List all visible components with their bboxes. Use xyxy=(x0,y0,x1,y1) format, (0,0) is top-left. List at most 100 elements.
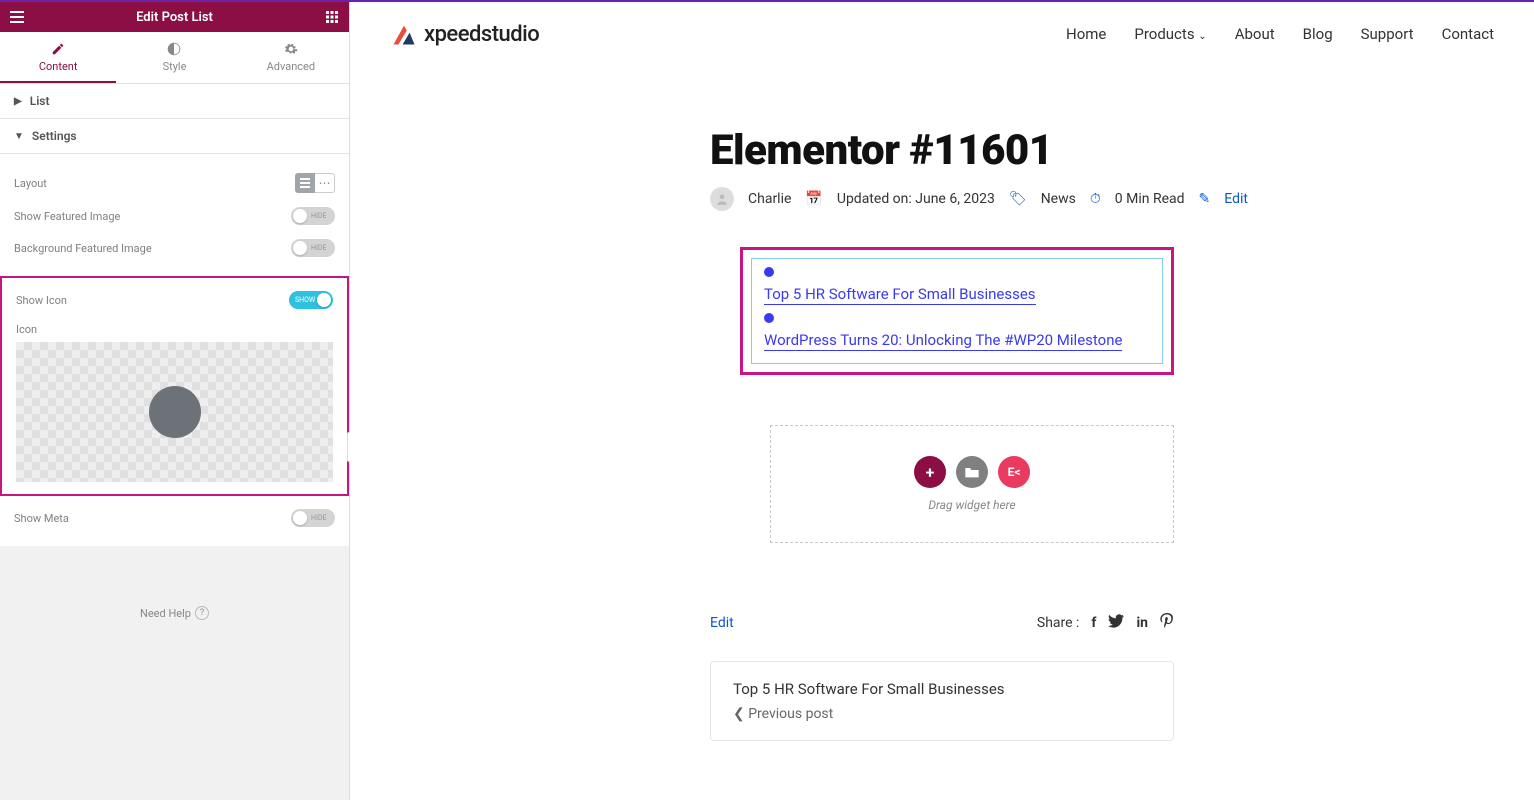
preview-area: xpeedstudio Home Products ⌄ About Blog S… xyxy=(350,2,1534,800)
contrast-icon xyxy=(167,42,181,56)
bullet-icon xyxy=(764,267,774,277)
field-label: Show Meta xyxy=(14,512,69,525)
panel-tabs: Content Style Advanced xyxy=(0,32,349,84)
circle-icon xyxy=(149,386,201,438)
edit-link[interactable]: Edit xyxy=(1224,191,1248,207)
toggle-show-meta[interactable]: HIDE xyxy=(291,509,335,527)
prev-post-link[interactable]: ❮ Previous post xyxy=(733,706,1151,722)
field-label: Show Featured Image xyxy=(14,210,120,223)
section-label: Settings xyxy=(32,129,77,143)
pencil-icon xyxy=(51,42,65,56)
tab-style[interactable]: Style xyxy=(116,32,232,83)
apps-icon[interactable] xyxy=(323,8,341,26)
toggle-show-featured[interactable]: HIDE xyxy=(291,207,335,225)
panel-title: Edit Post List xyxy=(136,10,213,25)
toggle-show-icon[interactable]: SHOW xyxy=(289,291,333,309)
nav-item[interactable]: Contact xyxy=(1442,25,1494,43)
list-item: Top 5 HR Software For Small Businesses xyxy=(764,267,1150,305)
help-link[interactable]: Need Help ? xyxy=(0,546,349,680)
bullet-icon xyxy=(764,313,774,323)
nav-item[interactable]: About xyxy=(1235,25,1275,43)
layout-list-button[interactable] xyxy=(295,173,315,193)
avatar-icon xyxy=(710,187,734,211)
page-title: Elementor #11601 xyxy=(710,126,1534,175)
folder-button[interactable] xyxy=(956,456,988,488)
field-label: Background Featured Image xyxy=(14,242,152,255)
post-list-highlight: Top 5 HR Software For Small Businesses W… xyxy=(740,247,1174,375)
icon-upload-placeholder[interactable] xyxy=(16,342,333,482)
editor-panel: Edit Post List Content Style Advanced ▶ … xyxy=(0,2,350,800)
pencil-icon: ✎ xyxy=(1199,191,1211,207)
tab-label: Advanced xyxy=(267,60,315,73)
nav-item[interactable]: Home xyxy=(1066,25,1106,43)
field-show-meta: Show Meta HIDE xyxy=(14,502,335,534)
prev-post-card: Top 5 HR Software For Small Businesses ❮… xyxy=(710,661,1174,741)
nav-item[interactable]: Blog xyxy=(1303,25,1333,43)
tab-label: Style xyxy=(163,60,187,73)
widget-drop-zone[interactable]: + E< Drag widget here xyxy=(770,425,1174,543)
tab-advanced[interactable]: Advanced xyxy=(233,32,349,83)
help-icon: ? xyxy=(195,606,209,620)
section-list[interactable]: ▶ List xyxy=(0,84,349,119)
logo-text: xpeedstudio xyxy=(424,22,539,47)
tab-label: Content xyxy=(39,60,78,73)
tab-content[interactable]: Content xyxy=(0,32,116,83)
linkedin-icon[interactable]: in xyxy=(1136,615,1148,631)
nav-links: Home Products ⌄ About Blog Support Conta… xyxy=(1066,25,1494,43)
layout-more-button[interactable]: ⋯ xyxy=(315,173,335,193)
chevron-left-icon: ❮ xyxy=(733,706,745,722)
field-bg-featured: Background Featured Image HIDE xyxy=(14,232,335,264)
list-icon xyxy=(300,178,310,188)
author[interactable]: Charlie xyxy=(748,191,791,207)
facebook-icon[interactable]: f xyxy=(1091,615,1096,631)
logo-icon xyxy=(390,20,418,48)
post-list-widget[interactable]: Top 5 HR Software For Small Businesses W… xyxy=(751,258,1163,364)
list-item: WordPress Turns 20: Unlocking The #WP20 … xyxy=(764,313,1150,351)
add-widget-button[interactable]: + xyxy=(914,456,946,488)
prev-post-title: Top 5 HR Software For Small Businesses xyxy=(733,680,1151,698)
post-link[interactable]: WordPress Turns 20: Unlocking The #WP20 … xyxy=(764,331,1122,351)
post-link[interactable]: Top 5 HR Software For Small Businesses xyxy=(764,285,1036,305)
share-label: Share : xyxy=(1037,615,1080,631)
gear-icon xyxy=(284,42,298,56)
updated: Updated on: June 6, 2023 xyxy=(837,191,995,207)
field-label: Icon xyxy=(16,323,37,336)
pinterest-icon[interactable] xyxy=(1160,613,1174,633)
tag-icon: 🏷 xyxy=(1009,191,1027,207)
field-layout: Layout ⋯ xyxy=(14,166,335,200)
drop-label: Drag widget here xyxy=(928,498,1015,512)
field-show-icon: Show Icon SHOW xyxy=(16,284,333,316)
folder-icon xyxy=(964,465,980,479)
nav-item[interactable]: Support xyxy=(1361,25,1414,43)
layout-toggle: ⋯ xyxy=(295,173,335,193)
field-show-featured: Show Featured Image HIDE xyxy=(14,200,335,232)
settings-body-2: Show Meta HIDE xyxy=(0,496,349,546)
menu-icon[interactable] xyxy=(8,8,26,26)
chevron-down-icon: ⌄ xyxy=(1198,31,1206,42)
field-icon: Icon xyxy=(16,316,333,336)
category[interactable]: News xyxy=(1041,191,1076,207)
panel-header: Edit Post List xyxy=(0,2,349,32)
caret-right-icon: ▶ xyxy=(14,96,22,107)
share-row: Edit Share : f in xyxy=(710,613,1174,633)
section-label: List xyxy=(30,94,50,108)
site-nav: xpeedstudio Home Products ⌄ About Blog S… xyxy=(350,2,1534,66)
post-meta: Charlie 📅 Updated on: June 6, 2023 🏷 New… xyxy=(710,187,1534,211)
clock-icon: ⏱ xyxy=(1090,191,1101,207)
nav-item[interactable]: Products ⌄ xyxy=(1134,25,1206,43)
twitter-icon[interactable] xyxy=(1108,614,1124,632)
elementskit-button[interactable]: E< xyxy=(998,456,1030,488)
section-settings[interactable]: ▼ Settings xyxy=(0,119,349,154)
field-label: Show Icon xyxy=(16,294,67,307)
settings-body: Layout ⋯ Show Featured Image HIDE Backgr… xyxy=(0,154,349,276)
icon-settings-highlight: Show Icon SHOW Icon xyxy=(0,276,349,496)
share-group: Share : f in xyxy=(1037,613,1174,633)
caret-down-icon: ▼ xyxy=(14,131,24,142)
calendar-icon: 📅 xyxy=(805,191,822,207)
edit-link[interactable]: Edit xyxy=(710,615,734,631)
drop-buttons: + E< xyxy=(914,456,1030,488)
site-logo[interactable]: xpeedstudio xyxy=(390,20,539,48)
field-label: Layout xyxy=(14,177,47,190)
toggle-bg-featured[interactable]: HIDE xyxy=(291,239,335,257)
read-time: 0 Min Read xyxy=(1115,191,1185,207)
